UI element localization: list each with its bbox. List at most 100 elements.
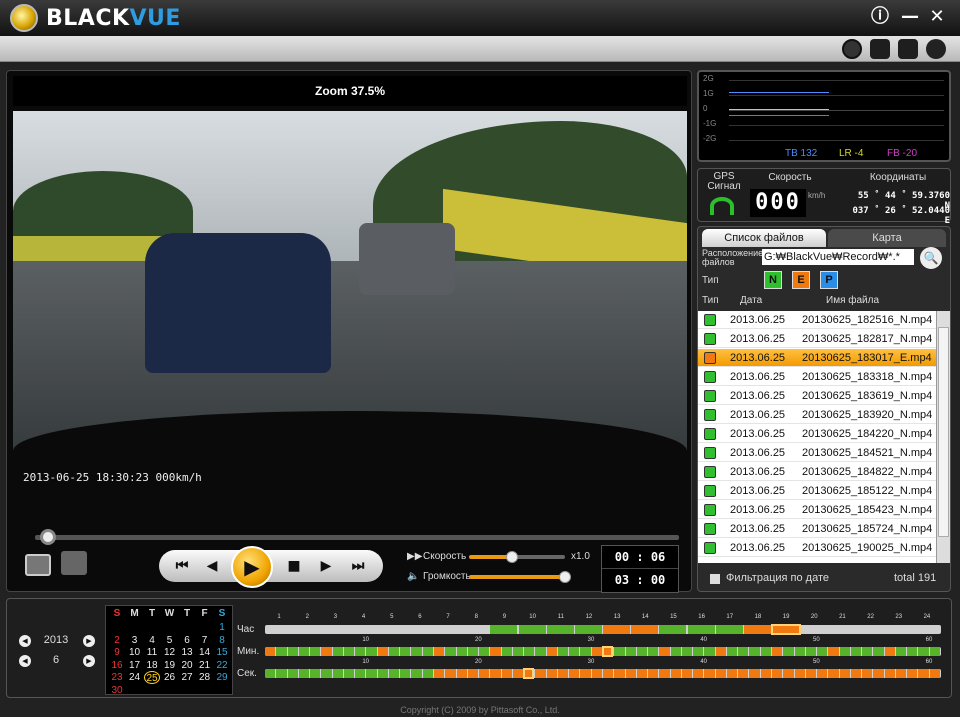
calendar-day[interactable]: 25 (144, 671, 160, 684)
calendar-day[interactable]: 23 (109, 671, 125, 684)
calendar-day[interactable]: 26 (162, 671, 178, 684)
minute-label: Мин. (237, 646, 260, 657)
video-frame[interactable]: 2013-06-25 18:30:23 000km/h (13, 111, 687, 491)
info-icon[interactable]: ⓘ (870, 7, 890, 27)
timeline-segment (518, 625, 546, 634)
timeline-segment (445, 669, 456, 678)
filter-by-date-checkbox[interactable] (710, 574, 720, 584)
calendar-day[interactable]: 10 (127, 646, 143, 659)
hour-tick-label: 8 (474, 614, 478, 620)
hour-timeline[interactable] (265, 625, 941, 634)
second-timeline[interactable] (265, 669, 941, 678)
timeline-segment (287, 647, 298, 656)
calendar-day[interactable]: 12 (162, 646, 178, 659)
file-row[interactable]: 2013.06.25 20130625_185423_N.mp4 (698, 501, 936, 519)
type-filter-n-button[interactable]: N (764, 271, 782, 289)
file-row[interactable]: 2013.06.25 20130625_185724_N.mp4 (698, 520, 936, 538)
timeline-segment (574, 625, 602, 634)
calendar-day[interactable]: 8 (214, 634, 230, 647)
tab-map[interactable]: Карта (828, 229, 946, 247)
calendar-day[interactable]: 6 (179, 634, 195, 647)
timeline-segment (794, 647, 805, 656)
previous-file-button[interactable]: ◀ (197, 550, 227, 582)
gear-icon[interactable] (926, 39, 946, 59)
file-row[interactable]: 2013.06.25 20130625_184521_N.mp4 (698, 444, 936, 462)
timeline-selection[interactable] (771, 624, 801, 635)
calendar-day[interactable]: 13 (179, 646, 195, 659)
rotate-video-icon[interactable] (61, 551, 87, 575)
calendar-day[interactable]: 20 (179, 659, 195, 672)
calendar-day[interactable]: 19 (162, 659, 178, 672)
folder-icon[interactable] (25, 554, 51, 576)
tab-file-list[interactable]: Список файлов (702, 229, 826, 247)
location-field[interactable]: G:₩BlackVue₩Record₩*.* (762, 249, 914, 265)
calendar-day[interactable]: 4 (144, 634, 160, 647)
month-next-button[interactable]: ▶ (83, 655, 95, 667)
minimize-button[interactable]: — (900, 7, 920, 27)
calendar-day[interactable]: 11 (144, 646, 160, 659)
next-file-button[interactable]: ▶ (311, 550, 341, 582)
stop-button[interactable]: ■ (279, 550, 309, 582)
calendar-day[interactable]: 17 (127, 659, 143, 672)
volume-slider-thumb[interactable] (559, 571, 571, 583)
calendar-day[interactable]: 15 (214, 646, 230, 659)
seek-thumb[interactable] (39, 529, 56, 545)
last-file-button[interactable]: ⏭ (343, 550, 373, 582)
file-row[interactable]: 2013.06.25 20130625_183017_E.mp4 (698, 349, 936, 367)
speed-slider-thumb[interactable] (506, 551, 519, 563)
type-filter-e-button[interactable]: E (792, 271, 810, 289)
file-row[interactable]: 2013.06.25 20130625_183318_N.mp4 (698, 368, 936, 386)
close-button[interactable]: ✕ (927, 7, 947, 27)
file-row[interactable]: 2013.06.25 20130625_182817_N.mp4 (698, 330, 936, 348)
calendar-day[interactable]: 3 (127, 634, 143, 647)
volume-slider[interactable] (469, 575, 565, 579)
calendar-day[interactable]: 14 (197, 646, 213, 659)
calendar-day[interactable]: 5 (162, 634, 178, 647)
timeline-segment (715, 647, 726, 656)
g-sensor-graph: 2G 1G 0 -1G -2G TB 132 LR -4 FB -20 (697, 70, 951, 162)
calendar-day[interactable]: 1 (214, 621, 230, 634)
axis-label: 2G (703, 74, 714, 83)
play-button[interactable]: ▶ (231, 546, 273, 588)
month-prev-button[interactable]: ◀ (19, 655, 31, 667)
calendar-day[interactable]: 7 (197, 634, 213, 647)
file-row[interactable]: 2013.06.25 20130625_190025_N.mp4 (698, 539, 936, 557)
file-row[interactable]: 2013.06.25 20130625_184822_N.mp4 (698, 463, 936, 481)
timeline-segment (377, 669, 388, 678)
timeline-selection[interactable] (523, 668, 535, 679)
calendar-day[interactable]: 18 (144, 659, 160, 672)
first-file-button[interactable]: ⏮ (167, 550, 197, 582)
calendar-day[interactable]: 16 (109, 659, 125, 672)
type-filter-p-button[interactable]: P (820, 271, 838, 289)
year-next-button[interactable]: ▶ (83, 635, 95, 647)
file-row[interactable]: 2013.06.25 20130625_183619_N.mp4 (698, 387, 936, 405)
timeline-selection[interactable] (602, 646, 614, 657)
year-prev-button[interactable]: ◀ (19, 635, 31, 647)
timeline-segment (343, 669, 355, 678)
compass-icon[interactable] (842, 39, 862, 59)
seek-bar[interactable] (35, 535, 679, 540)
calendar-day[interactable]: 24 (127, 671, 143, 684)
file-row[interactable]: 2013.06.25 20130625_185122_N.mp4 (698, 482, 936, 500)
timeline-segment (512, 669, 524, 678)
calendar-day[interactable]: 21 (197, 659, 213, 672)
timeline-segment (907, 669, 918, 678)
file-row[interactable]: 2013.06.25 20130625_182516_N.mp4 (698, 311, 936, 329)
calendar-day[interactable]: 27 (179, 671, 195, 684)
search-icon[interactable]: 🔍 (920, 247, 942, 269)
calendar-day[interactable]: 22 (214, 659, 230, 672)
printer-icon[interactable] (898, 39, 918, 59)
calendar-day[interactable]: 9 (109, 646, 125, 659)
calendar-day[interactable]: 30 (109, 684, 125, 697)
calendar-day[interactable]: 29 (214, 671, 230, 684)
axis-label: 1G (703, 89, 714, 98)
scroll-thumb[interactable] (938, 327, 949, 537)
file-row[interactable]: 2013.06.25 20130625_184220_N.mp4 (698, 425, 936, 443)
calendar-day[interactable]: 2 (109, 634, 125, 647)
calendar-day[interactable]: 28 (197, 671, 213, 684)
timeline-segment (817, 669, 828, 678)
file-list-scrollbar[interactable] (936, 311, 950, 563)
timeline-segment (760, 669, 771, 678)
camera-icon[interactable] (870, 39, 890, 59)
file-row[interactable]: 2013.06.25 20130625_183920_N.mp4 (698, 406, 936, 424)
